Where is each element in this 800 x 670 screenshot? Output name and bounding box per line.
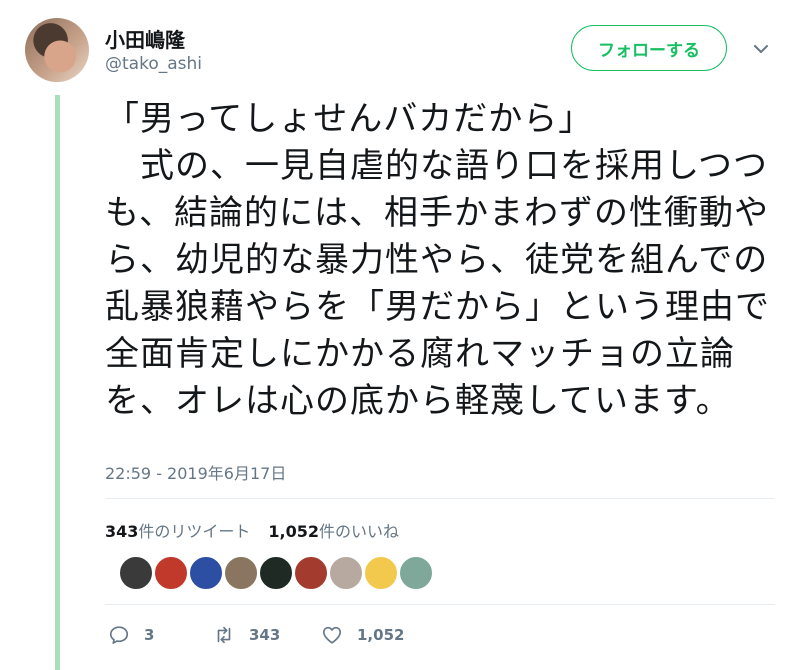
like-stat[interactable]: 1,052件のいいね: [268, 518, 399, 542]
retweet-stat[interactable]: 343件のリツイート: [105, 518, 250, 542]
tweet-text: 「男ってしょせんバカだから」 式の、一見自虐的な語り口を採用しつつも、結論的には…: [105, 99, 770, 421]
chevron-down-icon[interactable]: [752, 40, 770, 58]
display-name[interactable]: 小田嶋隆: [105, 24, 185, 53]
heart-icon: [322, 626, 342, 644]
divider: [105, 498, 775, 499]
liker-avatar[interactable]: [119, 556, 153, 590]
retweet-icon: [217, 626, 231, 644]
avatar[interactable]: [25, 18, 89, 82]
liker-avatar[interactable]: [329, 556, 363, 590]
retweet-count: 343: [105, 522, 139, 541]
like-count: 1,052: [268, 522, 320, 541]
liker-avatar[interactable]: [294, 556, 328, 590]
retweet-action-count: 343: [249, 626, 281, 644]
liker-avatars: [119, 556, 433, 590]
tweet-timestamp[interactable]: 22:59 - 2019年6月17日: [105, 460, 286, 484]
like-button[interactable]: 1,052: [321, 624, 404, 646]
thread-line: [55, 95, 60, 670]
tweet-actions: 3 343 1,052: [108, 624, 404, 646]
liker-avatar[interactable]: [154, 556, 188, 590]
retweet-stat-label: 件のリツイート: [138, 522, 251, 541]
like-action-count: 1,052: [357, 626, 405, 644]
liker-avatar[interactable]: [224, 556, 258, 590]
liker-avatar[interactable]: [189, 556, 223, 590]
follow-button[interactable]: フォローする: [571, 25, 727, 71]
liker-avatar[interactable]: [399, 556, 433, 590]
reply-icon: [109, 626, 129, 644]
reply-button[interactable]: 3: [108, 624, 213, 646]
liker-avatar[interactable]: [364, 556, 398, 590]
tweet-stats: 343件のリツイート 1,052件のいいね: [105, 518, 399, 542]
liker-avatar[interactable]: [259, 556, 293, 590]
like-stat-label: 件のいいね: [319, 522, 400, 541]
divider: [105, 604, 775, 605]
user-handle[interactable]: @tako_ashi: [105, 54, 202, 74]
reply-count: 3: [144, 626, 155, 644]
retweet-button[interactable]: 343: [213, 624, 321, 646]
